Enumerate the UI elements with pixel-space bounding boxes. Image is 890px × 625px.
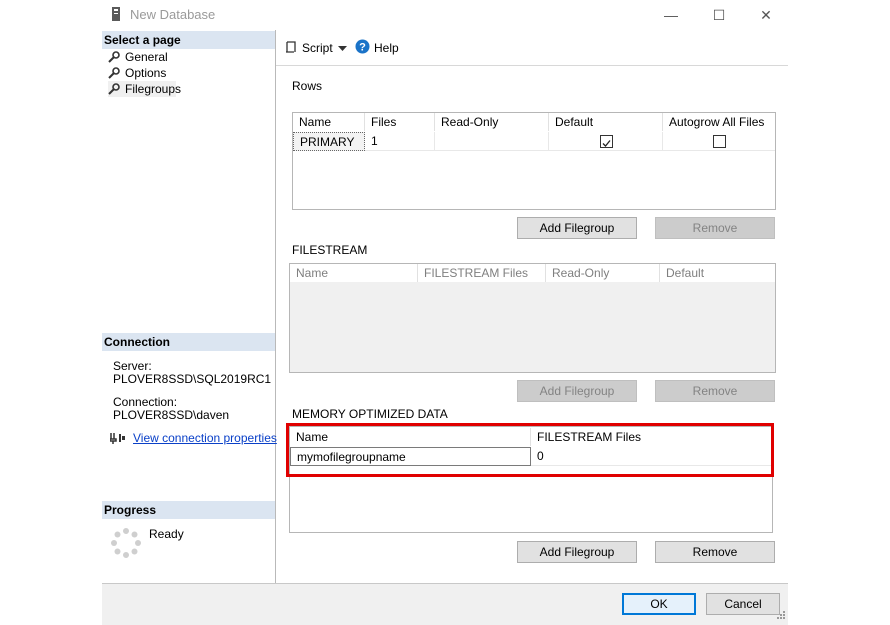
chevron-down-icon bbox=[338, 41, 347, 55]
filestream-add-filegroup-button[interactable]: Add Filegroup bbox=[517, 380, 637, 402]
help-button[interactable]: ? Help bbox=[355, 39, 399, 57]
ok-button[interactable]: OK bbox=[622, 593, 696, 615]
column-header-name[interactable]: Name bbox=[293, 113, 365, 131]
nav-item-label: General bbox=[125, 50, 168, 64]
column-header-read-only[interactable]: Read-Only bbox=[546, 264, 660, 282]
column-header-read-only[interactable]: Read-Only bbox=[435, 113, 549, 131]
help-label: Help bbox=[374, 41, 399, 55]
minimize-button[interactable]: — bbox=[656, 4, 686, 26]
script-icon bbox=[284, 40, 298, 57]
script-label: Script bbox=[302, 41, 333, 55]
nav-item-general[interactable]: General bbox=[108, 49, 168, 65]
help-icon: ? bbox=[355, 39, 370, 57]
column-header-default[interactable]: Default bbox=[660, 264, 775, 282]
filestream-grid[interactable]: Name FILESTREAM Files Read-Only Default bbox=[289, 263, 776, 373]
row-autogrow-cell bbox=[663, 132, 775, 151]
connection-value: PLOVER8SSD\daven bbox=[113, 408, 230, 422]
plug-icon bbox=[109, 431, 126, 448]
wrench-icon bbox=[108, 51, 120, 63]
progress-header: Progress bbox=[102, 501, 275, 519]
highlight-box bbox=[286, 423, 774, 477]
cancel-button[interactable]: Cancel bbox=[706, 593, 780, 615]
column-header-filestream-files[interactable]: FILESTREAM Files bbox=[418, 264, 546, 282]
row-default-cell bbox=[549, 132, 663, 151]
memory-optimized-section-label: MEMORY OPTIMIZED DATA bbox=[292, 407, 448, 421]
window-title: New Database bbox=[130, 7, 216, 22]
rows-add-filegroup-button[interactable]: Add Filegroup bbox=[517, 217, 637, 239]
rows-section-label: Rows bbox=[292, 79, 323, 93]
select-page-header: Select a page bbox=[102, 31, 275, 49]
filestream-section-label: FILESTREAM bbox=[292, 243, 368, 257]
row-read-only-cell[interactable] bbox=[435, 132, 549, 151]
column-header-autogrow[interactable]: Autogrow All Files bbox=[663, 113, 775, 131]
rows-remove-button[interactable]: Remove bbox=[655, 217, 775, 239]
script-dropdown-arrow[interactable] bbox=[338, 39, 347, 57]
column-header-files[interactable]: Files bbox=[365, 113, 435, 131]
rows-grid[interactable]: Name Files Read-Only Default Autogrow Al… bbox=[292, 112, 776, 210]
nav-item-label: Filegroups bbox=[125, 82, 182, 96]
progress-status: Ready bbox=[149, 527, 184, 541]
connection-header: Connection bbox=[102, 333, 275, 351]
autogrow-checkbox[interactable] bbox=[713, 135, 726, 148]
nav-item-label: Options bbox=[125, 66, 167, 80]
maximize-button[interactable]: ☐ bbox=[704, 4, 734, 26]
row-name-cell[interactable]: PRIMARY bbox=[293, 132, 365, 151]
memory-remove-button[interactable]: Remove bbox=[655, 541, 775, 563]
server-value: PLOVER8SSD\SQL2019RC1 bbox=[113, 372, 272, 386]
nav-item-options[interactable]: Options bbox=[108, 65, 166, 81]
default-checkbox[interactable] bbox=[600, 135, 613, 148]
row-files-cell[interactable]: 1 bbox=[365, 132, 435, 151]
wrench-icon bbox=[108, 83, 120, 95]
database-icon bbox=[111, 6, 123, 22]
wrench-icon bbox=[108, 67, 120, 79]
progress-spinner-icon bbox=[110, 527, 142, 562]
view-connection-properties-link[interactable]: View connection properties bbox=[133, 431, 277, 445]
resize-grip-icon[interactable] bbox=[772, 610, 786, 622]
filestream-remove-button[interactable]: Remove bbox=[655, 380, 775, 402]
column-header-name[interactable]: Name bbox=[290, 264, 418, 282]
memory-add-filegroup-button[interactable]: Add Filegroup bbox=[517, 541, 637, 563]
nav-item-filegroups[interactable]: Filegroups bbox=[108, 81, 181, 97]
column-header-default[interactable]: Default bbox=[549, 113, 663, 131]
script-button[interactable]: Script bbox=[284, 39, 333, 57]
toolbar bbox=[276, 30, 788, 66]
svg-text:?: ? bbox=[359, 42, 366, 54]
close-button[interactable]: ✕ bbox=[751, 4, 781, 26]
